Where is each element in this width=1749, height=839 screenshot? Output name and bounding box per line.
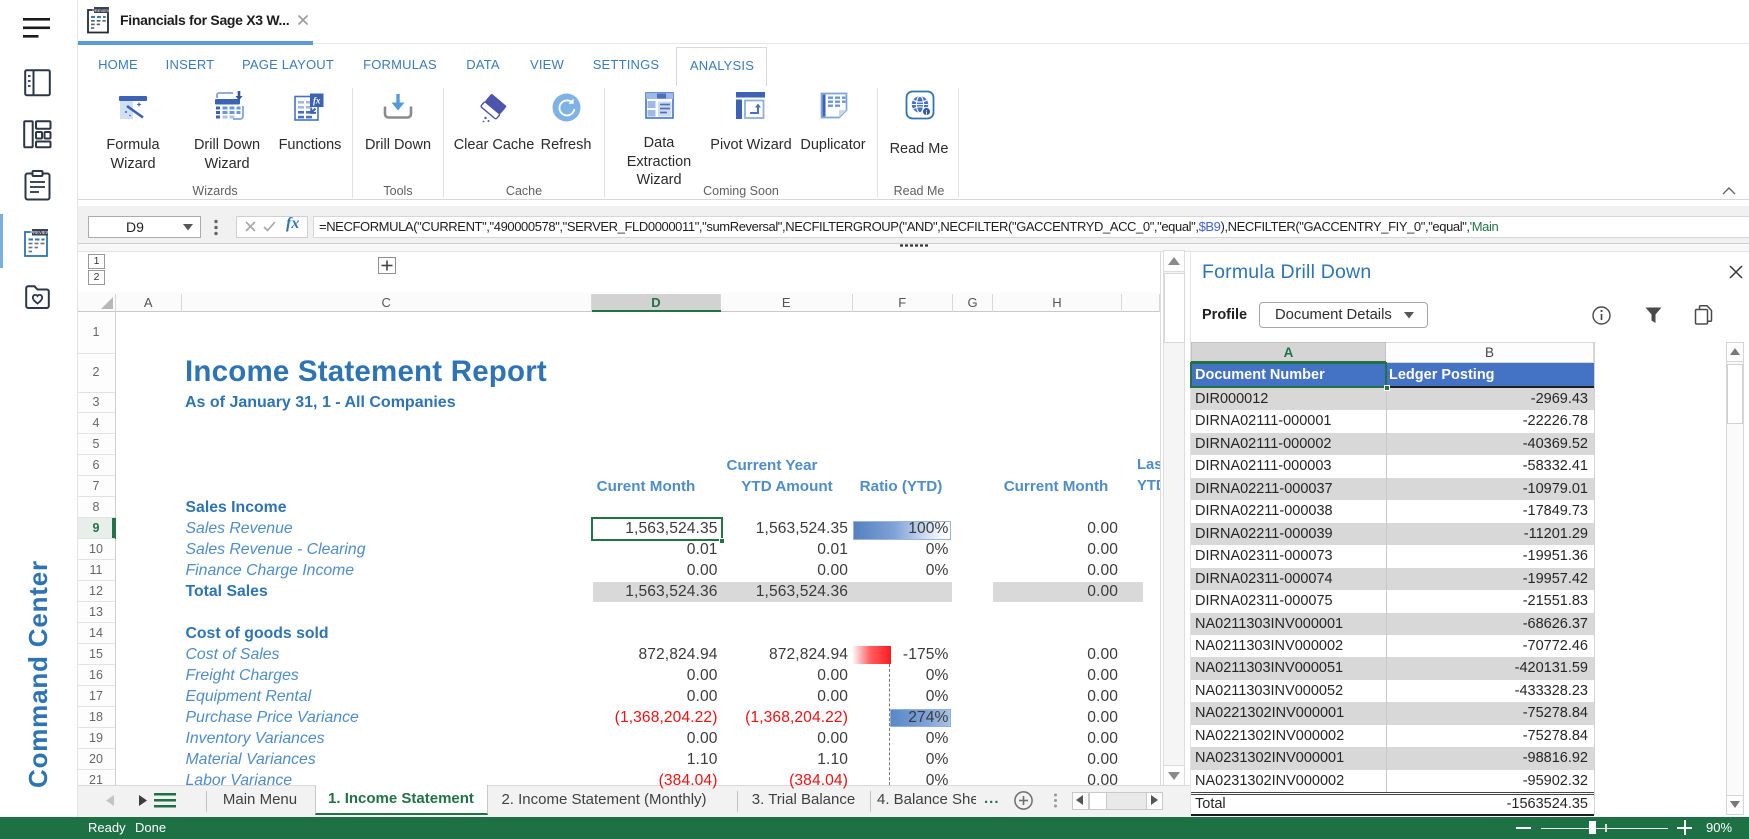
svg-text:i: i xyxy=(926,109,928,116)
svg-text:fx: fx xyxy=(313,95,321,105)
svg-text:PREVIEW: PREVIEW xyxy=(30,230,49,235)
svg-text:PREVIEW: PREVIEW xyxy=(92,8,111,13)
